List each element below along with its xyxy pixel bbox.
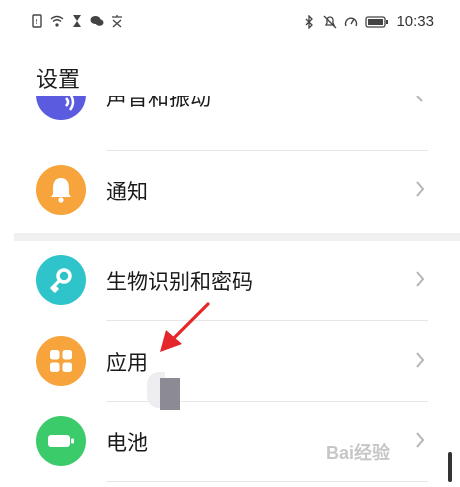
apps-grid-icon [36, 336, 86, 386]
mute-icon [323, 15, 337, 28]
baidu-logo: Bai经验 [326, 442, 391, 463]
settings-item-label: 生物识别和密码 [106, 270, 253, 294]
divider [106, 481, 428, 482]
settings-item-notifications[interactable]: 通知 [0, 150, 460, 230]
settings-item-biometrics[interactable]: 生物识别和密码 [0, 240, 460, 320]
watermark-text: Bai经验 [326, 442, 391, 463]
speed-icon [345, 17, 358, 26]
wifi-icon [50, 15, 64, 27]
settings-item-label: 声音和振动 [106, 96, 211, 110]
battery-icon [36, 416, 86, 466]
page-title: 设置 [36, 68, 81, 93]
status-bar: ! 10:33 [0, 0, 460, 46]
chevron-right-icon [416, 96, 423, 102]
chat-icon [90, 16, 104, 26]
settings-item-label: 应用 [106, 351, 148, 375]
sim-icon: ! [32, 14, 42, 28]
settings-item-sound-clipped[interactable]: 声音和振动 [0, 96, 460, 136]
settings-item-apps[interactable]: 应用 [0, 321, 460, 401]
text-icon [112, 15, 122, 28]
status-time: 10:33 [396, 13, 434, 30]
annotation-arrow-icon [160, 302, 210, 352]
svg-text:!: ! [35, 18, 38, 26]
sound-icon [36, 96, 86, 120]
chevron-right-icon [416, 181, 425, 197]
status-right-icons: 10:33 [302, 13, 434, 30]
scrollbar[interactable] [448, 452, 452, 482]
settings-item-label: 电池 [106, 431, 148, 455]
settings-item-label: 通知 [106, 180, 148, 204]
overlay-artifact-square [160, 378, 180, 410]
bell-icon [36, 165, 86, 215]
battery-icon [365, 15, 389, 28]
chevron-right-icon [416, 352, 425, 368]
key-icon [36, 255, 86, 305]
chevron-right-icon [416, 271, 425, 287]
hourglass-icon [73, 15, 81, 27]
bluetooth-icon [305, 14, 314, 29]
status-left-icons: ! [30, 14, 124, 28]
